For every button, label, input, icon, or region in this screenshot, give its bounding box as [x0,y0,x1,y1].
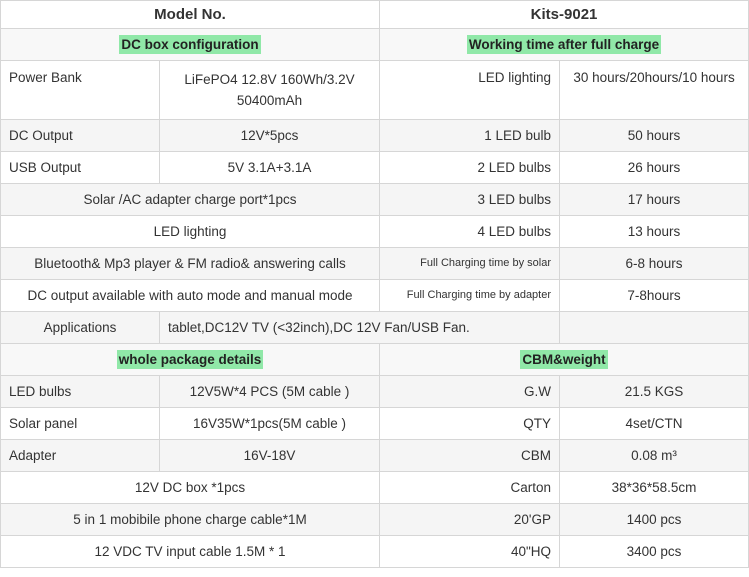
table-row: Power Bank LiFePO4 12.8V 160Wh/3.2V 5040… [0,60,749,120]
section-package: whole package details [116,350,264,369]
row-value-usb-output: 5V 3.1A+3.1A [158,151,381,184]
row-label-qty: QTY [379,407,561,440]
row-value-applications-empty [559,311,749,344]
section-row: whole package details CBM&weight [0,343,749,376]
row-label-cbm: CBM [379,439,561,472]
row-label-led-lighting: LED lighting [379,60,561,120]
row-value-led-lighting: 30 hours/20hours/10 hours [559,60,749,120]
row-value-power-bank: LiFePO4 12.8V 160Wh/3.2V 50400mAh [158,60,381,120]
row-label-4-led-bulbs: 4 LED bulbs [379,215,561,248]
row-label-led-bulbs: LED bulbs [0,375,160,408]
row-value-40hq: 3400 pcs [559,535,749,568]
row-label-charge-solar: Full Charging time by solar [379,247,561,280]
row-label-2-led-bulbs: 2 LED bulbs [379,151,561,184]
row-value-led-bulbs: 12V5W*4 PCS (5M cable ) [158,375,381,408]
row-label-20gp: 20'GP [379,503,561,536]
row-value-cbm: 0.08 m³ [559,439,749,472]
table-header-row: Model No. Kits-9021 [0,0,749,29]
row-value-charge-adapter: 7-8hours [559,279,749,312]
row-value-adapter: 16V-18V [158,439,381,472]
row-value-dc-output: 12V*5pcs [158,119,381,152]
table-row: USB Output 5V 3.1A+3.1A 2 LED bulbs 26 h… [0,151,749,184]
table-row: 12V DC box *1pcs Carton 38*36*58.5cm [0,471,749,504]
table-row: Adapter 16V-18V CBM 0.08 m³ [0,439,749,472]
row-value-solar-port: Solar /AC adapter charge port*1pcs [0,183,381,216]
row-value-dc-box: 12V DC box *1pcs [0,471,381,504]
row-label-power-bank: Power Bank [0,60,160,120]
row-value-gw: 21.5 KGS [559,375,749,408]
row-label-adapter: Adapter [0,439,160,472]
row-label-1-led-bulb: 1 LED bulb [379,119,561,152]
spec-table: Model No. Kits-9021 DC box configuration… [0,0,749,568]
row-value-charge-solar: 6-8 hours [559,247,749,280]
row-value-20gp: 1400 pcs [559,503,749,536]
table-row: LED bulbs 12V5W*4 PCS (5M cable ) G.W 21… [0,375,749,408]
row-value-solar-panel: 16V35W*1pcs(5M cable ) [158,407,381,440]
row-value-qty: 4set/CTN [559,407,749,440]
section-dc-box: DC box configuration [119,35,261,54]
row-value-3-led-bulbs: 17 hours [559,183,749,216]
row-label-40hq: 40"HQ [379,535,561,568]
table-row: DC output available with auto mode and m… [0,279,749,312]
row-value-charge-cable: 5 in 1 mobibile phone charge cable*1M [0,503,381,536]
row-value-tv-cable: 12 VDC TV input cable 1.5M * 1 [0,535,381,568]
table-row: DC Output 12V*5pcs 1 LED bulb 50 hours [0,119,749,152]
table-row: 5 in 1 mobibile phone charge cable*1M 20… [0,503,749,536]
row-label-gw: G.W [379,375,561,408]
row-value-dc-mode: DC output available with auto mode and m… [0,279,381,312]
row-label-charge-adapter: Full Charging time by adapter [379,279,561,312]
row-value-1-led-bulb: 50 hours [559,119,749,152]
row-label-applications: Applications [0,311,160,344]
section-row: DC box configuration Working time after … [0,28,749,61]
row-label-3-led-bulbs: 3 LED bulbs [379,183,561,216]
table-row: Solar panel 16V35W*1pcs(5M cable ) QTY 4… [0,407,749,440]
row-label-carton: Carton [379,471,561,504]
model-no-header: Model No. [0,0,381,29]
table-row: Applications tablet,DC12V TV (<32inch),D… [0,311,749,344]
row-value-led-lighting-feature: LED lighting [0,215,381,248]
section-working-time: Working time after full charge [466,35,662,54]
table-row: 12 VDC TV input cable 1.5M * 1 40"HQ 340… [0,535,749,568]
section-cbm: CBM&weight [520,350,608,369]
table-row: Solar /AC adapter charge port*1pcs 3 LED… [0,183,749,216]
row-label-dc-output: DC Output [0,119,160,152]
row-label-solar-panel: Solar panel [0,407,160,440]
row-label-usb-output: USB Output [0,151,160,184]
row-value-2-led-bulbs: 26 hours [559,151,749,184]
row-value-carton: 38*36*58.5cm [559,471,749,504]
row-value-applications: tablet,DC12V TV (<32inch),DC 12V Fan/USB… [158,311,561,344]
table-row: LED lighting 4 LED bulbs 13 hours [0,215,749,248]
row-value-4-led-bulbs: 13 hours [559,215,749,248]
model-value-header: Kits-9021 [379,0,749,29]
table-row: Bluetooth& Mp3 player & FM radio& answer… [0,247,749,280]
row-value-bluetooth: Bluetooth& Mp3 player & FM radio& answer… [0,247,381,280]
